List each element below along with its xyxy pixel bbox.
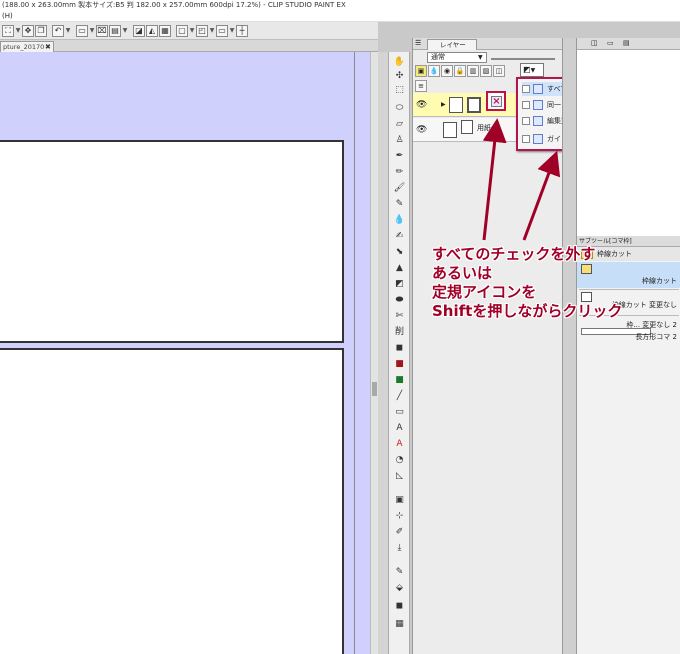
arrow-to-menu bbox=[522, 150, 561, 241]
instruction-annotation: すべてのチェックを外す あるいは 定規アイコンを Shiftを押しながらクリック bbox=[432, 245, 672, 321]
annotation-arrows bbox=[482, 118, 561, 241]
annotation-line: Shiftを押しながらクリック bbox=[432, 302, 623, 320]
annotation-line: 定規アイコンを bbox=[432, 283, 537, 301]
annotation-line: すべてのチェックを外す bbox=[432, 245, 596, 263]
arrow-to-ruler-icon bbox=[482, 118, 507, 241]
annotation-line: あるいは bbox=[432, 264, 493, 282]
